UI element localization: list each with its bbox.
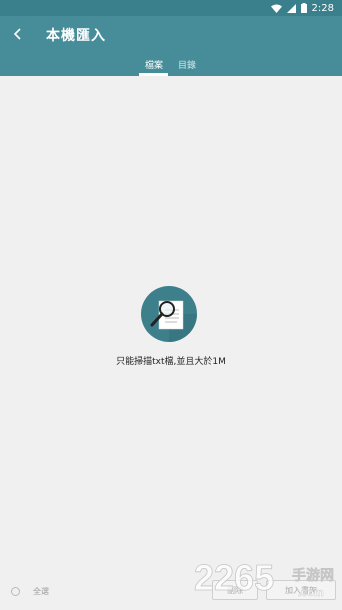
tab-files[interactable]: 檔案 [145, 58, 163, 71]
select-all-radio[interactable] [11, 587, 20, 596]
wifi-icon [270, 4, 282, 13]
status-bar: 2:28 [0, 0, 342, 16]
empty-message: 只能掃描txt檔,並且大於1M [116, 357, 226, 367]
status-time: 2:28 [311, 2, 334, 14]
tab-indicator [139, 73, 168, 76]
bottom-bar: 全選 刪除 加入書架 [0, 576, 342, 608]
select-all-label: 全選 [33, 587, 49, 596]
select-all-toggle[interactable]: 全選 [11, 586, 49, 597]
tab-bar: 檔案 目錄 [0, 56, 342, 76]
back-button[interactable] [6, 22, 30, 46]
arrow-back-icon [13, 25, 23, 44]
battery-icon [300, 3, 307, 13]
document-search-icon [141, 286, 197, 342]
add-to-shelf-button[interactable]: 加入書架 [266, 580, 336, 600]
signal-icon [286, 3, 296, 13]
app-bar: 本機匯入 檔案 目錄 [0, 16, 342, 76]
tab-directory[interactable]: 目錄 [178, 58, 196, 71]
delete-button[interactable]: 刪除 [212, 580, 258, 600]
page-title: 本機匯入 [46, 28, 106, 44]
